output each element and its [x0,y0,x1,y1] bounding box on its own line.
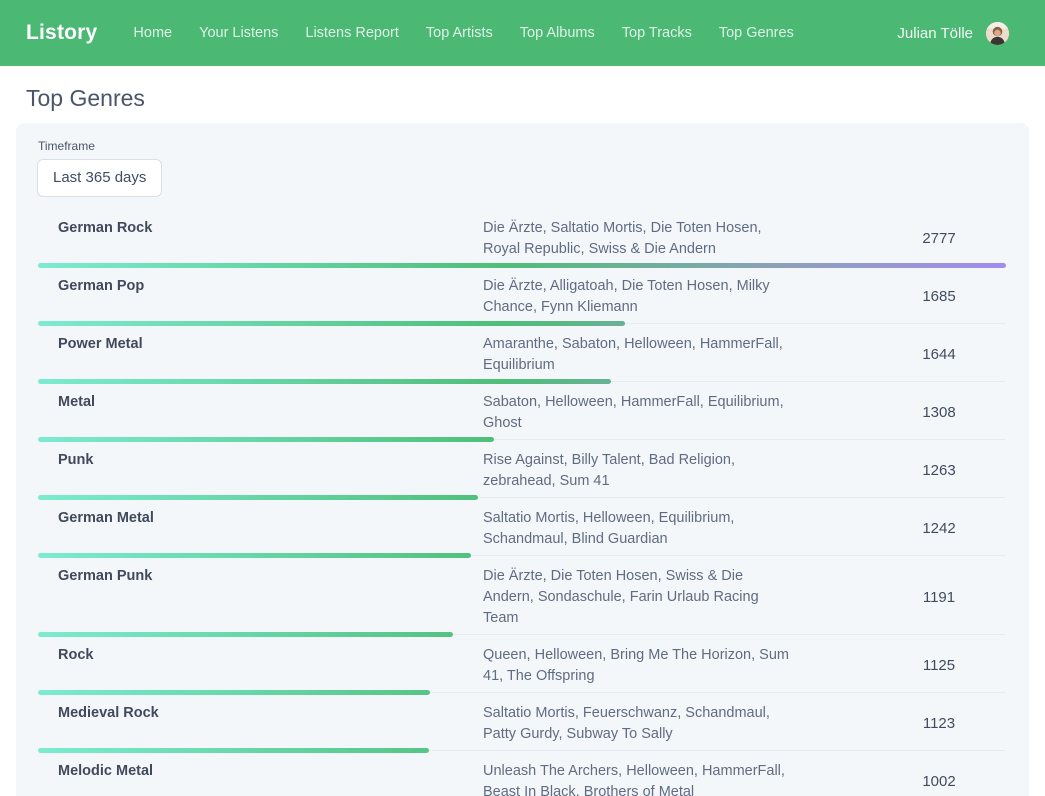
genre-artists: Amaranthe, Sabaton, Helloween, HammerFal… [483,334,795,376]
table-row: Power Metal Amaranthe, Sabaton, Hellowee… [37,329,1005,387]
genre-count: 1123 [873,714,1005,734]
table-row: Metal Sabaton, Helloween, HammerFall, Eq… [37,387,1005,445]
genre-bar [38,748,429,753]
genre-count: 1002 [873,772,1005,792]
nav-item-home[interactable]: Home [133,25,172,41]
brand-logo[interactable]: Listory [26,21,97,45]
table-row: German Metal Saltatio Mortis, Helloween,… [37,503,1005,561]
genre-artists: Die Ärzte, Alligatoah, Die Toten Hosen, … [483,276,795,318]
genre-name: Power Metal [37,334,483,376]
table-row: German Rock Die Ärzte, Saltatio Mortis, … [37,213,1005,271]
genre-count: 1125 [873,656,1005,676]
nav-item-top-tracks[interactable]: Top Tracks [622,25,692,41]
user-menu[interactable]: Julian Tölle [897,22,1009,45]
genre-count: 1191 [873,588,1005,608]
user-name: Julian Tölle [897,25,973,42]
genre-name: German Pop [37,276,483,318]
genre-name: Rock [37,645,483,687]
table-row: Rock Queen, Helloween, Bring Me The Hori… [37,640,1005,698]
genre-bar [38,263,1006,268]
genre-name: Melodic Metal [37,761,483,796]
nav-item-listens-report[interactable]: Listens Report [305,25,399,41]
table-row: German Punk Die Ärzte, Die Toten Hosen, … [37,561,1005,640]
genre-count: 1308 [873,403,1005,423]
timeframe-label: Timeframe [38,139,1005,153]
genre-bar [38,321,625,326]
genre-name: German Metal [37,508,483,550]
table-row: Punk Rise Against, Billy Talent, Bad Rel… [37,445,1005,503]
genre-artists: Saltatio Mortis, Helloween, Equilibrium,… [483,508,795,550]
table-row: Medieval Rock Saltatio Mortis, Feuerschw… [37,698,1005,756]
genre-name: German Rock [37,218,483,260]
genre-bar [38,553,471,558]
genre-count: 1644 [873,345,1005,365]
genre-name: German Punk [37,566,483,629]
user-avatar-icon[interactable] [986,22,1009,45]
genre-bar [38,495,478,500]
genre-count: 1263 [873,461,1005,481]
genre-artists: Saltatio Mortis, Feuerschwanz, Schandmau… [483,703,795,745]
genre-name: Punk [37,450,483,492]
top-genres-panel: Timeframe Last 365 days German Rock Die … [16,123,1029,796]
genre-bar [38,379,611,384]
timeframe-select[interactable]: Last 365 days [37,159,162,197]
genre-bar [38,690,430,695]
genre-count: 1685 [873,287,1005,307]
genre-artists: Sabaton, Helloween, HammerFall, Equilibr… [483,392,795,434]
genre-table: German Rock Die Ärzte, Saltatio Mortis, … [37,213,1005,796]
nav-item-top-albums[interactable]: Top Albums [520,25,595,41]
genre-name: Metal [37,392,483,434]
nav-links: Home Your Listens Listens Report Top Artist… [133,25,793,41]
genre-artists: Queen, Helloween, Bring Me The Horizon, … [483,645,795,687]
genre-bar [38,632,453,637]
page-title: Top Genres [26,85,1045,112]
nav-item-top-genres[interactable]: Top Genres [719,25,794,41]
nav-item-your-listens[interactable]: Your Listens [199,25,278,41]
table-row: German Pop Die Ärzte, Alligatoah, Die To… [37,271,1005,329]
genre-bar [38,437,494,442]
genre-artists: Unleash The Archers, Helloween, HammerFa… [483,761,795,796]
genre-artists: Die Ärzte, Die Toten Hosen, Swiss & Die … [483,566,795,629]
nav-item-top-artists[interactable]: Top Artists [426,25,493,41]
genre-artists: Rise Against, Billy Talent, Bad Religion… [483,450,795,492]
genre-name: Medieval Rock [37,703,483,745]
genre-count: 1242 [873,519,1005,539]
table-row: Melodic Metal Unleash The Archers, Hello… [37,756,1005,796]
genre-artists: Die Ärzte, Saltatio Mortis, Die Toten Ho… [483,218,795,260]
top-nav-bar: Listory Home Your Listens Listens Report To… [0,0,1045,66]
genre-count: 2777 [873,229,1005,249]
